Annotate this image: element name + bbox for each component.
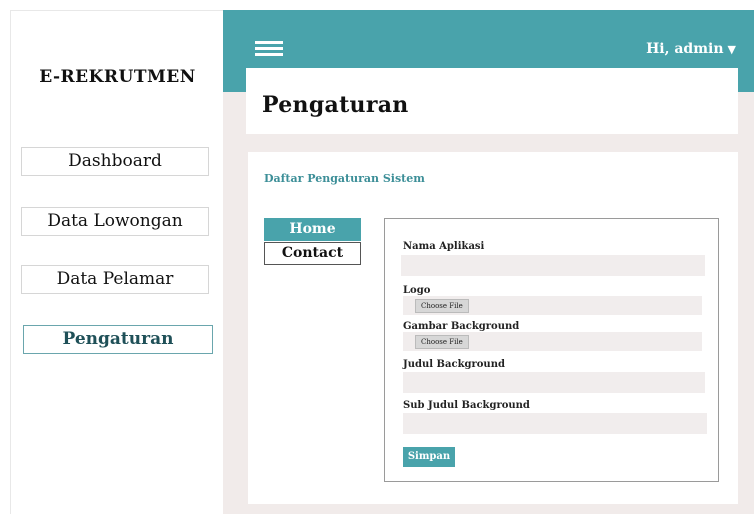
logo-label: Logo bbox=[403, 285, 431, 296]
save-button[interactable]: Simpan bbox=[403, 447, 455, 467]
gambar-background-choose-file-button[interactable]: Choose File bbox=[415, 335, 469, 349]
user-greeting: Hi, admin bbox=[646, 41, 724, 57]
caret-down-icon: ▼ bbox=[727, 43, 736, 56]
tab-list: Home Contact bbox=[264, 218, 361, 265]
judul-background-input[interactable] bbox=[403, 372, 705, 393]
logo-file-field: Choose File bbox=[403, 296, 702, 315]
brand-title: E-REKRUTMEN bbox=[39, 67, 196, 87]
gambar-background-file-field: Choose File bbox=[403, 332, 702, 351]
tab-home[interactable]: Home bbox=[264, 218, 361, 241]
gambar-background-label: Gambar Background bbox=[403, 321, 520, 332]
user-menu[interactable]: Hi, admin ▼ bbox=[646, 41, 736, 57]
sub-judul-background-input[interactable] bbox=[403, 413, 707, 434]
page-title: Pengaturan bbox=[262, 92, 409, 118]
sidebar: E-REKRUTMEN Dashboard Data Lowongan Data… bbox=[10, 10, 223, 514]
nama-aplikasi-label: Nama Aplikasi bbox=[403, 241, 485, 252]
page-header: Pengaturan bbox=[246, 68, 738, 134]
nama-aplikasi-input[interactable] bbox=[401, 255, 705, 276]
nav-item-dashboard[interactable]: Dashboard bbox=[21, 147, 209, 176]
nav-item-data-pelamar[interactable]: Data Pelamar bbox=[21, 265, 209, 294]
settings-form: Nama Aplikasi Logo Choose File Gambar Ba… bbox=[384, 218, 719, 482]
nav-item-pengaturan[interactable]: Pengaturan bbox=[23, 325, 213, 354]
nav-item-data-lowongan[interactable]: Data Lowongan bbox=[21, 207, 209, 236]
sub-judul-background-label: Sub Judul Background bbox=[403, 400, 530, 411]
hamburger-icon[interactable] bbox=[255, 41, 283, 59]
logo-choose-file-button[interactable]: Choose File bbox=[415, 299, 469, 313]
judul-background-label: Judul Background bbox=[403, 359, 505, 370]
card-title: Daftar Pengaturan Sistem bbox=[264, 172, 425, 185]
settings-card: Daftar Pengaturan Sistem Home Contact Na… bbox=[248, 152, 738, 504]
tab-contact[interactable]: Contact bbox=[264, 242, 361, 265]
